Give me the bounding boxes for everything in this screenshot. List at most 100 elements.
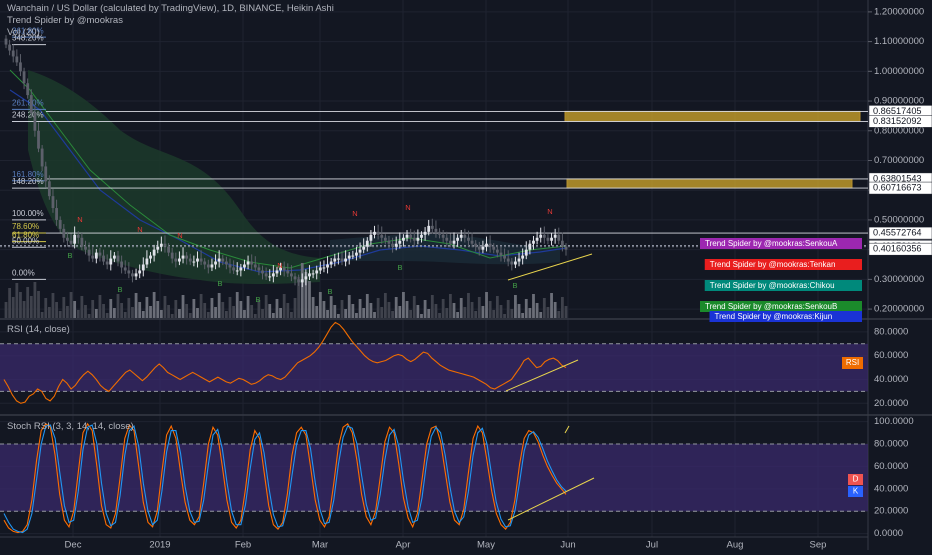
volume-bar [358, 299, 362, 318]
candle-body [300, 279, 304, 283]
candle-body [19, 62, 22, 72]
candle-body [445, 237, 449, 241]
candle-body [532, 240, 535, 244]
indicator-tag-label: Trend Spider by @mookras:SenkouA [705, 239, 838, 248]
candle-body [311, 273, 315, 275]
candle-body [94, 252, 98, 259]
candle-body [405, 234, 409, 238]
candle-body [351, 255, 355, 257]
volume-bar [535, 303, 539, 318]
volume-bar [109, 299, 113, 318]
volume-bar [178, 309, 181, 318]
volume-bar [91, 300, 95, 318]
candle-body [499, 252, 503, 256]
volume-bar [221, 302, 225, 318]
candle-body [336, 258, 340, 260]
volume-bar [441, 299, 445, 318]
candle-body [329, 261, 333, 265]
candle-body [178, 258, 181, 262]
volume-bar [167, 305, 170, 318]
time-axis-label: Jun [560, 540, 575, 550]
volume-bar [452, 303, 456, 318]
stoch-band [0, 444, 868, 512]
indicator-legend[interactable]: Trend Spider by @mookras [7, 15, 123, 26]
volume-bar [542, 298, 546, 318]
volume-bar [26, 287, 30, 318]
candle-body [503, 255, 506, 259]
candle-body [550, 237, 553, 241]
volume-bar [228, 297, 232, 318]
candle-body [123, 267, 127, 271]
price-label-text: 0.86517405 [873, 106, 922, 116]
candle-body [412, 237, 416, 241]
price-axis-label: 0.20000000 [874, 304, 924, 315]
candle-body [340, 258, 344, 262]
volume-bar [521, 313, 525, 318]
chart-workspace[interactable]: 361.80% 348.20% 261.80% 248.20% 161.80% 148.2… [0, 0, 932, 551]
fib-level-label: 261.80% [12, 98, 44, 107]
volume-bar [474, 311, 478, 318]
candle-body [528, 243, 532, 250]
candle-body [333, 258, 337, 262]
volume-bar [134, 293, 138, 318]
candle-body [521, 255, 525, 259]
candle-body [427, 225, 431, 232]
volume-bar [76, 310, 80, 318]
volume-legend[interactable]: Vol (20) [7, 27, 40, 38]
volume-bar [488, 301, 492, 318]
volume-bar [174, 300, 178, 318]
signal-marker: B [512, 281, 517, 290]
chart-title: Wanchain / US Dollar (calculated by Trad… [7, 3, 334, 14]
volume-bar [448, 294, 452, 318]
volume-bar [250, 305, 254, 318]
candle-body [481, 246, 485, 250]
candle-body [271, 273, 275, 277]
candle-body [402, 237, 405, 241]
candle-body [383, 237, 387, 241]
candle-body [102, 255, 105, 262]
fib-level-label: 50.00% [12, 236, 39, 245]
candle-body [185, 255, 189, 259]
volume-bar [105, 313, 109, 318]
chart-canvas[interactable]: 361.80%348.20%261.80%248.20%161.80%148.2… [0, 0, 932, 551]
volume-bar [224, 311, 228, 318]
volume-bar [181, 295, 185, 318]
candle-body [304, 276, 308, 280]
volume-bar [539, 312, 543, 318]
candle-body [196, 258, 199, 262]
candle-body [127, 270, 131, 274]
volume-bar [163, 296, 167, 318]
rsi-axis-label: 80.0000 [874, 326, 908, 337]
volume-bar [445, 308, 449, 318]
time-axis-label: Mar [312, 540, 328, 550]
rsi-legend[interactable]: RSI (14, close) [7, 324, 70, 335]
signal-marker: B [255, 295, 260, 304]
candle-body [188, 258, 192, 262]
volume-bar [467, 293, 470, 318]
candle-body [228, 264, 232, 268]
candle-body [524, 249, 528, 256]
volume-bar [369, 303, 373, 318]
candle-body [87, 249, 91, 256]
volume-bar [206, 312, 210, 318]
volume-bar [37, 291, 40, 318]
signal-marker: N [277, 261, 282, 270]
candle-body [156, 246, 160, 250]
candle-body [98, 252, 102, 256]
volume-bar [300, 263, 304, 318]
fib-level-label: 0.00% [12, 268, 35, 277]
candle-body [145, 258, 149, 265]
volume-bar [264, 295, 268, 318]
candle-body [474, 243, 478, 247]
volume-bar [116, 294, 120, 318]
stoch-rsi-legend[interactable]: Stoch RSI (3, 3, 14, 14, close) [7, 421, 134, 432]
price-axis-label: 0.70000000 [874, 155, 924, 166]
candle-body [4, 38, 8, 45]
candle-body [224, 261, 228, 265]
volume-bar [514, 295, 517, 318]
volume-bar [286, 303, 290, 318]
volume-bar [326, 310, 329, 318]
candle-body [15, 56, 19, 63]
candle-body [344, 258, 348, 262]
volume-bar [196, 308, 199, 318]
